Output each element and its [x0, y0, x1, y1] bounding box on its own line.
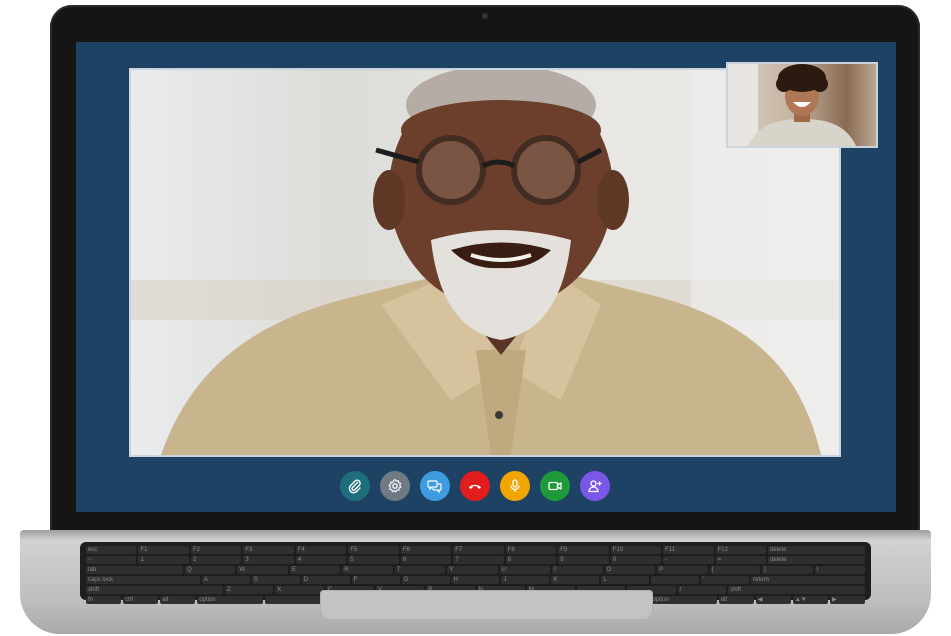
keyboard-row: tab Q W E R T Y U I O P[] \	[86, 566, 866, 574]
paperclip-icon	[348, 479, 361, 494]
keyboard-key[interactable]: ~	[86, 556, 137, 564]
keyboard-key[interactable]: T	[394, 566, 446, 574]
keyboard-key[interactable]: /	[677, 586, 727, 594]
keyboard-key[interactable]: J	[501, 576, 550, 584]
keyboard-key[interactable]: F2	[190, 546, 242, 554]
keyboard-key[interactable]: F1	[138, 546, 189, 554]
keyboard-key[interactable]: alt	[718, 596, 754, 604]
keyboard-key[interactable]: F	[351, 576, 400, 584]
keyboard-key[interactable]: 4	[295, 556, 347, 564]
keyboard-key[interactable]: O	[604, 566, 656, 574]
chat-button[interactable]	[420, 471, 450, 501]
keyboard-row: ~1 2 3 4 5 6 7 8 9 0- = delete	[86, 556, 866, 564]
keyboard-key[interactable]: ctrl	[123, 596, 159, 604]
keyboard-key[interactable]: -	[663, 556, 714, 564]
keyboard-key[interactable]: P	[657, 566, 708, 574]
laptop-hinge	[20, 530, 931, 540]
microphone-icon	[510, 479, 520, 492]
keyboard-key[interactable]: tab	[86, 566, 183, 574]
keyboard-key[interactable]: L	[601, 576, 650, 584]
keyboard-key[interactable]: delete	[768, 546, 866, 554]
keyboard-key[interactable]: F8	[505, 546, 557, 554]
keyboard-key[interactable]: K	[551, 576, 600, 584]
keyboard-key[interactable]: 6	[400, 556, 452, 564]
mute-button[interactable]	[500, 471, 530, 501]
keyboard-key[interactable]: G	[401, 576, 450, 584]
keyboard-key[interactable]: delete	[768, 556, 866, 564]
keyboard-key[interactable]: E	[289, 566, 341, 574]
keyboard-key[interactable]: \	[814, 566, 866, 574]
keyboard-key[interactable]: Z	[224, 586, 274, 594]
self-view-video[interactable]	[726, 62, 878, 148]
keyboard-key[interactable]: caps lock	[86, 576, 200, 584]
keyboard-key[interactable]: '	[701, 576, 750, 584]
keyboard-key[interactable]: 9	[558, 556, 609, 564]
keyboard-key[interactable]: F11	[663, 546, 714, 554]
keyboard-key[interactable]: [	[709, 566, 761, 574]
keyboard-row: esc F1 F2 F3 F4 F5 F6 F7 F8 F9 F10 F11 F12 delete	[86, 546, 866, 554]
keyboard-key[interactable]: 5	[348, 556, 399, 564]
keyboard-key[interactable]: F7	[453, 546, 504, 554]
video-camera-icon	[548, 481, 562, 491]
keyboard-row: caps lock A S D F G H J K L; ' return	[86, 576, 865, 584]
laptop-base: esc F1 F2 F3 F4 F5 F6 F7 F8 F9 F10 F11 F12 delete ~1 2 3…	[20, 530, 931, 634]
gear-icon	[388, 478, 402, 493]
keyboard-key[interactable]: D	[301, 576, 350, 584]
keyboard-key[interactable]: A	[201, 576, 250, 584]
add-participant-button[interactable]	[580, 471, 610, 501]
keyboard-key[interactable]: 2	[190, 556, 242, 564]
keyboard-key[interactable]: I	[552, 566, 603, 574]
keyboard-key[interactable]: Y	[447, 566, 498, 574]
keyboard-key[interactable]: option	[197, 596, 264, 604]
keyboard-key[interactable]: =	[715, 556, 767, 564]
keyboard-key[interactable]: option	[650, 596, 717, 604]
keyboard-key[interactable]: F3	[243, 546, 294, 554]
keyboard-key[interactable]: X	[275, 586, 324, 594]
attach-button[interactable]	[340, 471, 370, 501]
add-user-icon	[588, 480, 602, 493]
keyboard-key[interactable]: shift	[728, 586, 865, 594]
keyboard-key[interactable]: F10	[610, 546, 662, 554]
keyboard-key[interactable]: 0	[610, 556, 662, 564]
keyboard-key[interactable]: 8	[505, 556, 557, 564]
keyboard-key[interactable]: F12	[715, 546, 767, 554]
keyboard-key[interactable]: F6	[400, 546, 452, 554]
keyboard-key[interactable]: shift	[86, 586, 223, 594]
camera-button[interactable]	[540, 471, 570, 501]
keyboard-key[interactable]: ▲▼	[792, 596, 828, 604]
end-call-button[interactable]	[460, 471, 490, 501]
keyboard-key[interactable]: U	[499, 566, 551, 574]
self-view-image	[728, 64, 856, 146]
keyboard-key[interactable]: Q	[184, 566, 236, 574]
keyboard-key[interactable]: ;	[651, 576, 700, 584]
settings-button[interactable]	[380, 471, 410, 501]
keyboard-key[interactable]: F9	[558, 546, 609, 554]
keyboard-key[interactable]: F4	[295, 546, 347, 554]
video-call-screen	[76, 42, 896, 512]
touchpad[interactable]	[320, 590, 653, 620]
keyboard-key[interactable]: R	[342, 566, 393, 574]
keyboard-key[interactable]: W	[237, 566, 288, 574]
keyboard-key[interactable]: 7	[453, 556, 504, 564]
keyboard-key[interactable]: S	[251, 576, 300, 584]
keyboard-key[interactable]: 1	[138, 556, 189, 564]
keyboard-key[interactable]: return	[751, 576, 865, 584]
keyboard-key[interactable]: ]	[762, 566, 813, 574]
call-controls-bar	[340, 471, 610, 501]
keyboard-key[interactable]: alt	[160, 596, 196, 604]
webcam	[482, 13, 488, 19]
keyboard-key[interactable]: ▶	[829, 596, 866, 604]
chat-bubbles-icon	[427, 480, 442, 494]
hang-up-icon	[469, 484, 481, 489]
keyboard-key[interactable]: fn	[86, 596, 122, 604]
keyboard-key[interactable]: esc	[86, 546, 137, 554]
keyboard-key[interactable]: H	[451, 576, 500, 584]
keyboard-key[interactable]: F5	[348, 546, 399, 554]
keyboard-key[interactable]: ◀	[755, 596, 791, 604]
keyboard-key[interactable]: 3	[243, 556, 294, 564]
